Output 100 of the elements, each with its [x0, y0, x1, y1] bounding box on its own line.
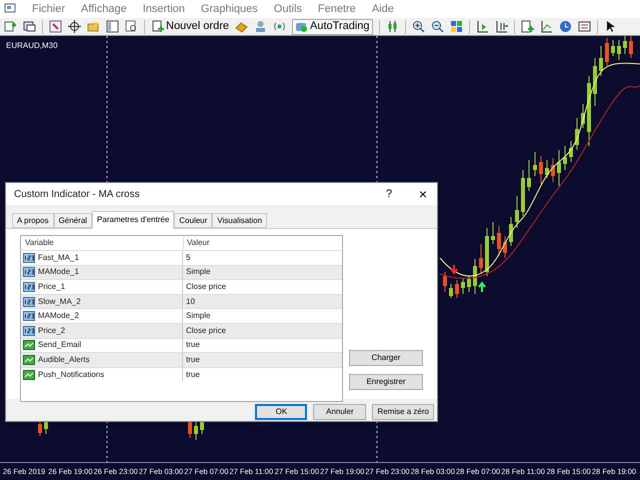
candle: [611, 40, 615, 56]
chart-symbol: EURAUD,M30: [6, 40, 58, 52]
candle: [563, 146, 567, 170]
dialog-title: Custom Indicator - MA cross: [14, 188, 141, 202]
candle: [485, 228, 489, 276]
add-chart-icon[interactable]: [4, 20, 17, 33]
tab[interactable]: Général: [54, 213, 92, 228]
candle: [497, 226, 501, 256]
candle: [527, 160, 531, 192]
autoscroll-icon[interactable]: [494, 20, 508, 33]
candle: [551, 158, 555, 182]
menu-item[interactable]: Outils: [274, 0, 302, 18]
magnifier-icon[interactable]: [125, 20, 138, 33]
number-type-icon: [23, 326, 35, 336]
parameter-value[interactable]: true: [183, 368, 200, 381]
menu-item[interactable]: Fenetre: [318, 0, 356, 18]
candle: [521, 170, 525, 216]
chart-shift-icon[interactable]: [476, 20, 489, 33]
tab[interactable]: Parametres d'entrée: [92, 211, 174, 229]
parameter-name: Price_1: [38, 280, 66, 293]
number-type-icon: [23, 267, 35, 278]
column-header: Variable: [24, 237, 55, 249]
signal-icon[interactable]: [272, 20, 286, 33]
candle: [593, 58, 597, 106]
crosshair-icon[interactable]: [68, 20, 81, 33]
tab[interactable]: Couleur: [174, 213, 212, 228]
parameter-value[interactable]: true: [183, 354, 200, 366]
candle: [509, 216, 513, 246]
candle: [557, 150, 561, 186]
dialog-button[interactable]: OK: [255, 404, 308, 420]
menu-item[interactable]: Aide: [372, 0, 394, 18]
add-indicator-icon[interactable]: [520, 20, 534, 33]
tab[interactable]: Visualisation: [212, 213, 268, 228]
parameter-value[interactable]: Close price: [183, 324, 226, 337]
parameter-value[interactable]: true: [183, 339, 200, 352]
candle: [569, 140, 573, 162]
menu-item[interactable]: Affichage: [81, 0, 127, 18]
autotrading-button[interactable]: AutoTrading: [292, 18, 373, 34]
parameter-name: MAMode_2: [38, 310, 79, 322]
parameter-value[interactable]: Simple: [183, 310, 210, 322]
side-button[interactable]: Enregistrer: [349, 374, 423, 390]
candle: [194, 420, 198, 440]
tab[interactable]: A propos: [12, 213, 54, 228]
candle: [587, 76, 591, 146]
window-icon[interactable]: [106, 20, 119, 33]
candle: [533, 152, 537, 176]
candle: [575, 118, 579, 150]
side-button[interactable]: Charger: [349, 350, 423, 366]
app-icon: [4, 3, 16, 15]
candle: [605, 38, 609, 66]
candle: [539, 156, 543, 184]
help-button[interactable]: ?: [379, 186, 399, 202]
parameter-value[interactable]: Close price: [183, 280, 226, 293]
menu-item[interactable]: Graphiques: [200, 0, 258, 18]
number-type-icon: [23, 311, 35, 322]
candle: [599, 46, 603, 76]
candle: [515, 196, 519, 228]
parameter-name: Send_Email: [38, 339, 82, 352]
candle: [617, 40, 621, 60]
add-document-icon[interactable]: [151, 20, 164, 33]
menu-item[interactable]: Insertion: [142, 0, 185, 18]
new-order-button[interactable]: Nouvel ordre: [151, 18, 229, 35]
parameter-name: Slow_MA_2: [38, 296, 81, 308]
dialog-button[interactable]: Annuler: [313, 404, 366, 420]
zoom-out-icon[interactable]: [430, 20, 444, 33]
candle: [623, 36, 627, 54]
parameter-name: Fast_MA_1: [38, 252, 79, 264]
profiles-icon[interactable]: [23, 20, 36, 33]
tile-windows-icon[interactable]: [450, 20, 463, 33]
candle: [473, 258, 477, 294]
number-type-icon: [23, 282, 35, 292]
folder-star-icon[interactable]: [87, 20, 100, 33]
candle: [545, 160, 549, 178]
market-watch-icon[interactable]: [49, 20, 62, 33]
ingot-icon[interactable]: [234, 20, 248, 33]
clock-icon[interactable]: [558, 20, 572, 33]
person-icon[interactable]: [254, 20, 267, 33]
close-button[interactable]: ×: [413, 184, 433, 204]
candle: [479, 244, 483, 274]
candle: [491, 222, 495, 244]
number-type-icon: [23, 296, 35, 307]
parameter-name: Audible_Alerts: [38, 354, 90, 366]
templates-icon[interactable]: [578, 20, 591, 33]
robot-icon[interactable]: [294, 20, 308, 33]
candle: [449, 284, 453, 298]
candle: [455, 280, 459, 298]
candle: [443, 272, 447, 292]
candle: [461, 278, 465, 294]
zoom-in-icon[interactable]: [412, 20, 425, 33]
candles-icon[interactable]: [386, 20, 399, 33]
menu-item[interactable]: Fichier: [32, 0, 66, 18]
candle: [503, 236, 507, 258]
parameter-value[interactable]: 10: [183, 296, 195, 308]
number-type-icon: [23, 252, 35, 263]
parameter-value[interactable]: 5: [183, 252, 190, 264]
dialog-button[interactable]: Remise a zéro: [372, 404, 434, 420]
parameter-name: Push_Notifications: [38, 368, 104, 381]
candle: [581, 104, 585, 128]
axes-icon[interactable]: [540, 20, 553, 33]
parameter-value[interactable]: Simple: [183, 266, 210, 278]
